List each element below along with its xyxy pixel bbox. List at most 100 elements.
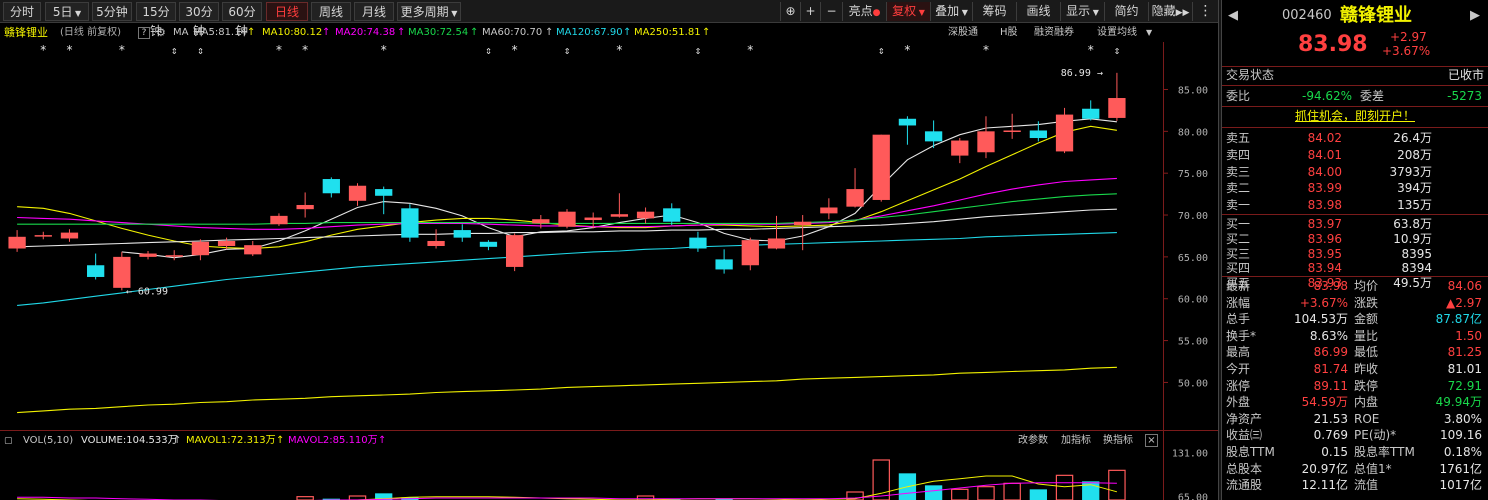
ask-row: 卖四 84.01 208万 bbox=[1222, 147, 1488, 164]
stat-value: 84.06 bbox=[1447, 279, 1482, 293]
ask-volume: 135万 bbox=[1397, 198, 1432, 213]
close-icon[interactable]: × bbox=[1145, 434, 1158, 447]
event-marker-icon: ⇕ bbox=[197, 44, 204, 57]
candle-body bbox=[401, 208, 419, 238]
stat-row: 换手* 8.63% 量比 1.50 bbox=[1222, 328, 1488, 345]
event-star-icon: * bbox=[1087, 43, 1094, 57]
candle-body bbox=[322, 179, 340, 194]
link-h-share[interactable]: H股 bbox=[1000, 24, 1018, 42]
stat-label: 总值1* bbox=[1354, 461, 1392, 476]
prev-stock-icon[interactable]: ◀ bbox=[1228, 4, 1238, 28]
stock-code: 002460 bbox=[1282, 8, 1332, 23]
next-stock-icon[interactable]: ▶ bbox=[1470, 4, 1480, 28]
kline-chart[interactable]: 50.00 55.00 60.00 65.00 70.00 75.00 80.00 85.00… bbox=[0, 0, 1218, 500]
high-price-marker: 86.99 → bbox=[1061, 68, 1103, 79]
candle-body bbox=[191, 241, 210, 256]
candle-body bbox=[165, 255, 183, 257]
quote-panel: ◀ 002460 赣锋锂业 ▶ 83.98 +2.97 +3.67% 交易状态 … bbox=[1222, 0, 1488, 500]
candle-body bbox=[741, 240, 759, 266]
ask-volume: 208万 bbox=[1397, 147, 1432, 162]
link-hk-connect[interactable]: 深股通 bbox=[948, 24, 978, 42]
candle-body bbox=[139, 253, 157, 257]
ask-price: 83.99 bbox=[1307, 181, 1342, 196]
candle-body bbox=[348, 185, 367, 201]
stat-value: 0.15 bbox=[1321, 445, 1348, 459]
up-arrow-icon: ↑ bbox=[378, 435, 387, 446]
stat-label: 换手* bbox=[1226, 328, 1257, 343]
stat-value: 109.16 bbox=[1440, 428, 1482, 443]
price-tick-label: 75.00 bbox=[1178, 169, 1208, 180]
ask-label: 卖二 bbox=[1226, 181, 1251, 196]
price-tick-label: 70.00 bbox=[1178, 211, 1208, 222]
up-arrow-icon: ↑ bbox=[322, 27, 331, 38]
change-params-link[interactable]: 改参数 bbox=[1018, 432, 1048, 450]
up-arrow-icon: ↑ bbox=[397, 27, 406, 38]
stat-label: 均价 bbox=[1354, 279, 1379, 293]
volume-bar bbox=[951, 488, 969, 500]
stat-label: 最高 bbox=[1226, 345, 1251, 360]
status-value: 已收市 bbox=[1447, 68, 1484, 82]
stat-label: 涨跌 bbox=[1354, 295, 1379, 310]
stat-value: ▲2.97 bbox=[1446, 295, 1482, 310]
stat-value: 0.769 bbox=[1313, 428, 1348, 443]
collapse-icon[interactable]: ▢ bbox=[4, 432, 13, 450]
settings-gear-icon[interactable]: ⚙ bbox=[156, 24, 166, 42]
mavol1-value: MAVOL1:72.313万 bbox=[186, 435, 276, 446]
candle-body bbox=[217, 240, 236, 246]
stat-value: 8.63% bbox=[1309, 328, 1348, 343]
event-marker-icon: ⇕ bbox=[1114, 44, 1121, 57]
candle-body bbox=[8, 236, 26, 249]
weicha-value: -5273 bbox=[1447, 89, 1482, 103]
stat-label: 股息率TTM bbox=[1354, 445, 1415, 459]
stat-value: 3.80% bbox=[1443, 411, 1482, 426]
candle-body bbox=[532, 219, 550, 224]
ma10-value: MA10:80.12 bbox=[262, 27, 323, 38]
event-marker-icon: ⇕ bbox=[878, 44, 885, 57]
stat-value: 21.53 bbox=[1313, 411, 1348, 426]
add-indicator-link[interactable]: 加指标 bbox=[1061, 432, 1091, 450]
event-star-icon: * bbox=[302, 43, 309, 57]
candle-body bbox=[820, 207, 838, 214]
volume-tick-label: 131.00 bbox=[1172, 449, 1208, 460]
stat-label: 流通股 bbox=[1226, 478, 1263, 493]
ask-label: 卖五 bbox=[1226, 131, 1251, 145]
link-margin[interactable]: 融资融券 bbox=[1034, 24, 1074, 42]
ask-row: 卖三 84.00 3793万 bbox=[1222, 164, 1488, 181]
candle-body bbox=[60, 232, 79, 239]
ask-price: 84.02 bbox=[1307, 131, 1342, 145]
up-arrow-icon: ↑ bbox=[247, 27, 256, 38]
open-account-link[interactable]: 抓住机会，即刻开户！ bbox=[1222, 108, 1488, 125]
up-arrow-icon: ↑ bbox=[545, 27, 554, 38]
ma5-value: MA5:81.14 bbox=[193, 27, 247, 38]
candle-body bbox=[610, 214, 629, 217]
switch-indicator-link[interactable]: 换指标 bbox=[1103, 432, 1133, 450]
event-star-icon: * bbox=[511, 43, 518, 57]
ma-line-ma120 bbox=[17, 232, 1117, 306]
candle-body bbox=[924, 131, 943, 142]
stat-row: 外盘 54.59万 内盘 49.94万 bbox=[1222, 394, 1488, 411]
price-change: +2.97 bbox=[1390, 30, 1427, 44]
pane-divider[interactable] bbox=[0, 430, 1218, 431]
price-tick-label: 65.00 bbox=[1178, 253, 1208, 264]
stat-value: 54.59万 bbox=[1301, 395, 1348, 410]
weibi-value: -94.62% bbox=[1302, 89, 1353, 103]
ask-price: 83.98 bbox=[1307, 198, 1342, 213]
ask-label: 卖四 bbox=[1226, 147, 1251, 162]
help-icon[interactable]: ? bbox=[138, 27, 150, 39]
stat-label: 昨收 bbox=[1354, 362, 1379, 376]
ask-label: 卖三 bbox=[1226, 164, 1251, 179]
stat-value: 81.25 bbox=[1447, 345, 1482, 360]
price-tick-label: 55.00 bbox=[1178, 337, 1208, 348]
stat-value: 0.18% bbox=[1443, 445, 1482, 459]
stat-label: 涨停 bbox=[1226, 378, 1251, 393]
stat-label: 涨幅 bbox=[1226, 295, 1251, 310]
stat-value: 72.91 bbox=[1447, 378, 1482, 393]
link-ma-settings[interactable]: 设置均线 bbox=[1097, 24, 1137, 42]
stat-value: +3.67% bbox=[1299, 295, 1348, 310]
ask-volume: 394万 bbox=[1397, 181, 1432, 196]
candle-body bbox=[1029, 130, 1047, 139]
vol-indicator-label: VOL(5,10) bbox=[23, 435, 74, 446]
up-arrow-icon: ↑ bbox=[623, 27, 632, 38]
candle-body bbox=[453, 230, 471, 238]
event-star-icon: * bbox=[118, 43, 125, 57]
